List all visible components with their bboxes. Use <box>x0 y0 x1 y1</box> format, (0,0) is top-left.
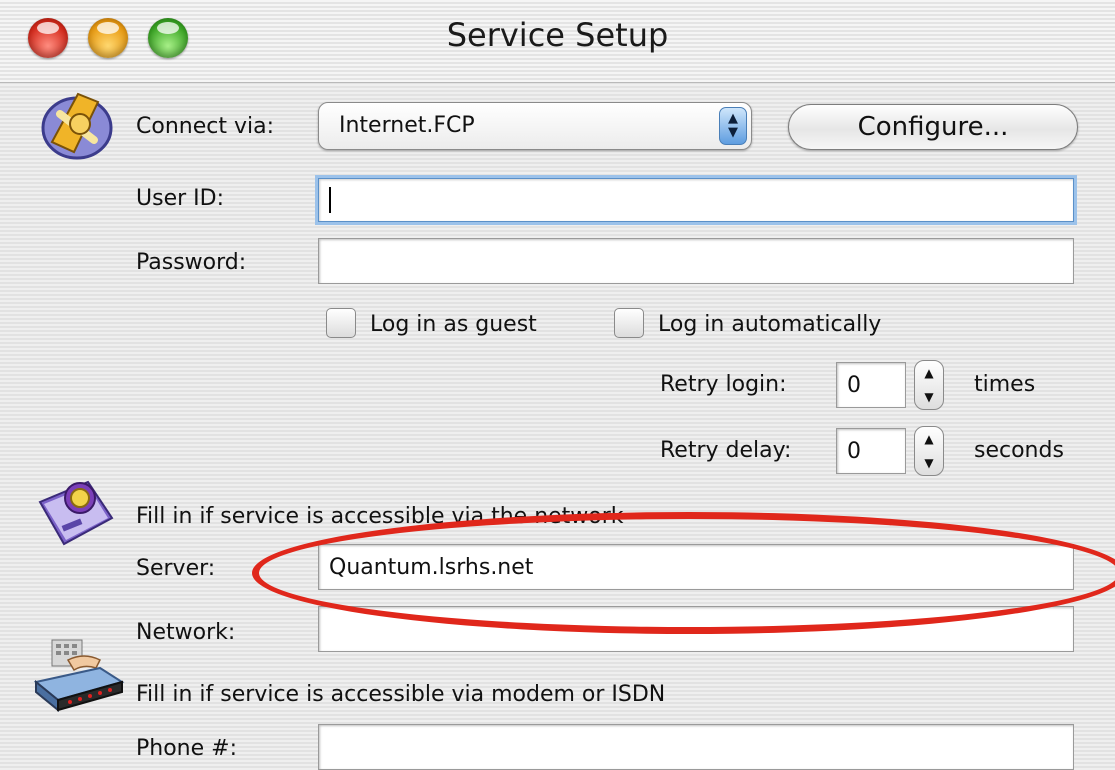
retry-delay-stepper[interactable]: ▲ ▼ <box>914 426 944 476</box>
password-label: Password: <box>136 250 247 275</box>
text-caret <box>329 187 331 213</box>
network-field[interactable] <box>318 606 1074 652</box>
network-label: Network: <box>136 620 236 645</box>
title-bar[interactable]: Service Setup <box>0 0 1115 83</box>
retry-login-stepper[interactable]: ▲ ▼ <box>914 360 944 410</box>
popup-arrows-icon[interactable]: ▲ ▼ <box>719 107 747 145</box>
up-arrow-icon[interactable]: ▲ <box>915 361 943 385</box>
connect-via-label: Connect via: <box>136 114 274 139</box>
user-id-field[interactable] <box>318 178 1074 222</box>
retry-login-unit: times <box>974 372 1036 397</box>
retry-login-label: Retry login: <box>660 372 787 397</box>
guest-label: Log in as guest <box>370 312 537 337</box>
connect-via-value: Internet.FCP <box>339 113 475 138</box>
connection-icon <box>41 92 113 160</box>
auto-login-label: Log in automatically <box>658 312 882 337</box>
retry-delay-field[interactable]: 0 <box>836 428 906 474</box>
network-heading: Fill in if service is accessible via the… <box>136 504 624 529</box>
user-id-label: User ID: <box>136 186 224 211</box>
password-field[interactable] <box>318 238 1074 284</box>
server-label: Server: <box>136 556 216 581</box>
retry-delay-unit: seconds <box>974 438 1064 463</box>
window-title: Service Setup <box>446 16 669 54</box>
up-arrow-icon[interactable]: ▲ <box>915 427 943 451</box>
retry-delay-value: 0 <box>847 438 861 464</box>
retry-login-value: 0 <box>847 372 861 398</box>
auto-login-checkbox[interactable] <box>614 308 644 338</box>
retry-login-field[interactable]: 0 <box>836 362 906 408</box>
retry-delay-label: Retry delay: <box>660 438 792 463</box>
connect-via-popup[interactable]: Internet.FCP ▲ ▼ <box>318 102 752 150</box>
down-arrow-icon[interactable]: ▼ <box>915 385 943 409</box>
network-icon <box>38 480 114 546</box>
server-field[interactable]: Quantum.lsrhs.net <box>318 544 1074 590</box>
down-arrow-icon[interactable]: ▼ <box>915 451 943 475</box>
configure-button[interactable]: Configure... <box>788 104 1078 150</box>
modem-heading: Fill in if service is accessible via mod… <box>136 682 666 707</box>
guest-checkbox[interactable] <box>326 308 356 338</box>
server-value: Quantum.lsrhs.net <box>329 554 534 580</box>
modem-icon <box>33 639 125 712</box>
phone-field[interactable] <box>318 724 1074 770</box>
phone-label: Phone #: <box>136 736 237 761</box>
